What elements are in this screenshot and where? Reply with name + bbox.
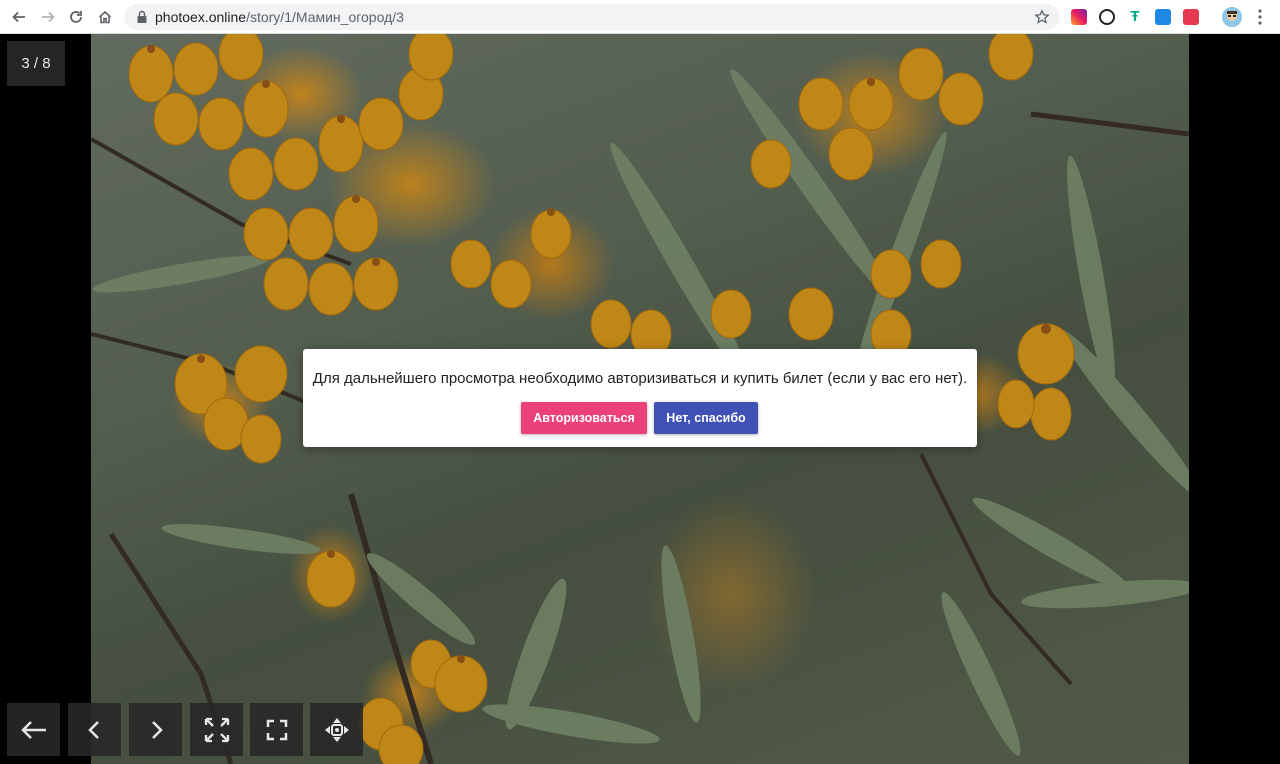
fullscreen-icon	[266, 719, 287, 740]
screenshot-extension-icon[interactable]	[1155, 9, 1171, 25]
address-bar[interactable]: photoex.online/story/1/Мамин_огород/3	[124, 4, 1060, 30]
browser-menu-icon[interactable]	[1254, 8, 1266, 26]
instagram-extension-icon[interactable]	[1071, 9, 1087, 25]
exit-viewer-button[interactable]	[7, 703, 60, 756]
move-icon	[324, 717, 349, 742]
url-host: photoex.online	[155, 9, 247, 25]
chevron-right-icon	[151, 720, 163, 739]
auth-dialog: Для дальнейшего просмотра необходимо авт…	[303, 349, 977, 447]
previous-photo-button[interactable]	[68, 703, 121, 756]
photo-counter: 3 / 8	[7, 41, 65, 86]
search-extension-icon[interactable]	[1099, 9, 1115, 25]
browser-toolbar: photoex.online/story/1/Мамин_огород/3 Ŧ	[0, 0, 1280, 34]
profile-avatar[interactable]	[1222, 7, 1242, 27]
record-extension-icon[interactable]	[1183, 9, 1199, 25]
next-photo-button[interactable]	[129, 703, 182, 756]
forward-icon[interactable]	[38, 7, 58, 27]
fullscreen-button[interactable]	[250, 703, 303, 756]
auth-dialog-message: Для дальнейшего просмотра необходимо авт…	[312, 370, 968, 387]
url-text: photoex.online/story/1/Мамин_огород/3	[155, 9, 404, 25]
expand-button[interactable]	[190, 703, 243, 756]
back-icon[interactable]	[9, 7, 29, 27]
lock-icon	[137, 10, 147, 23]
bookmark-star-icon[interactable]	[1034, 9, 1050, 25]
home-icon[interactable]	[95, 7, 115, 27]
photo-viewer: 3 / 8 Для дальнейшего просмотра необходи…	[0, 34, 1280, 764]
decline-button[interactable]: Нет, спасибо	[654, 402, 758, 434]
back-arrow-icon	[20, 720, 46, 739]
chevron-left-icon	[87, 720, 99, 739]
move-button[interactable]	[310, 703, 363, 756]
url-path: /story/1/Мамин_огород/3	[246, 9, 404, 25]
feedly-extension-icon[interactable]: Ŧ	[1127, 9, 1143, 25]
login-button[interactable]: Авторизоваться	[521, 402, 647, 434]
expand-icon	[204, 717, 229, 742]
reload-icon[interactable]	[66, 7, 86, 27]
